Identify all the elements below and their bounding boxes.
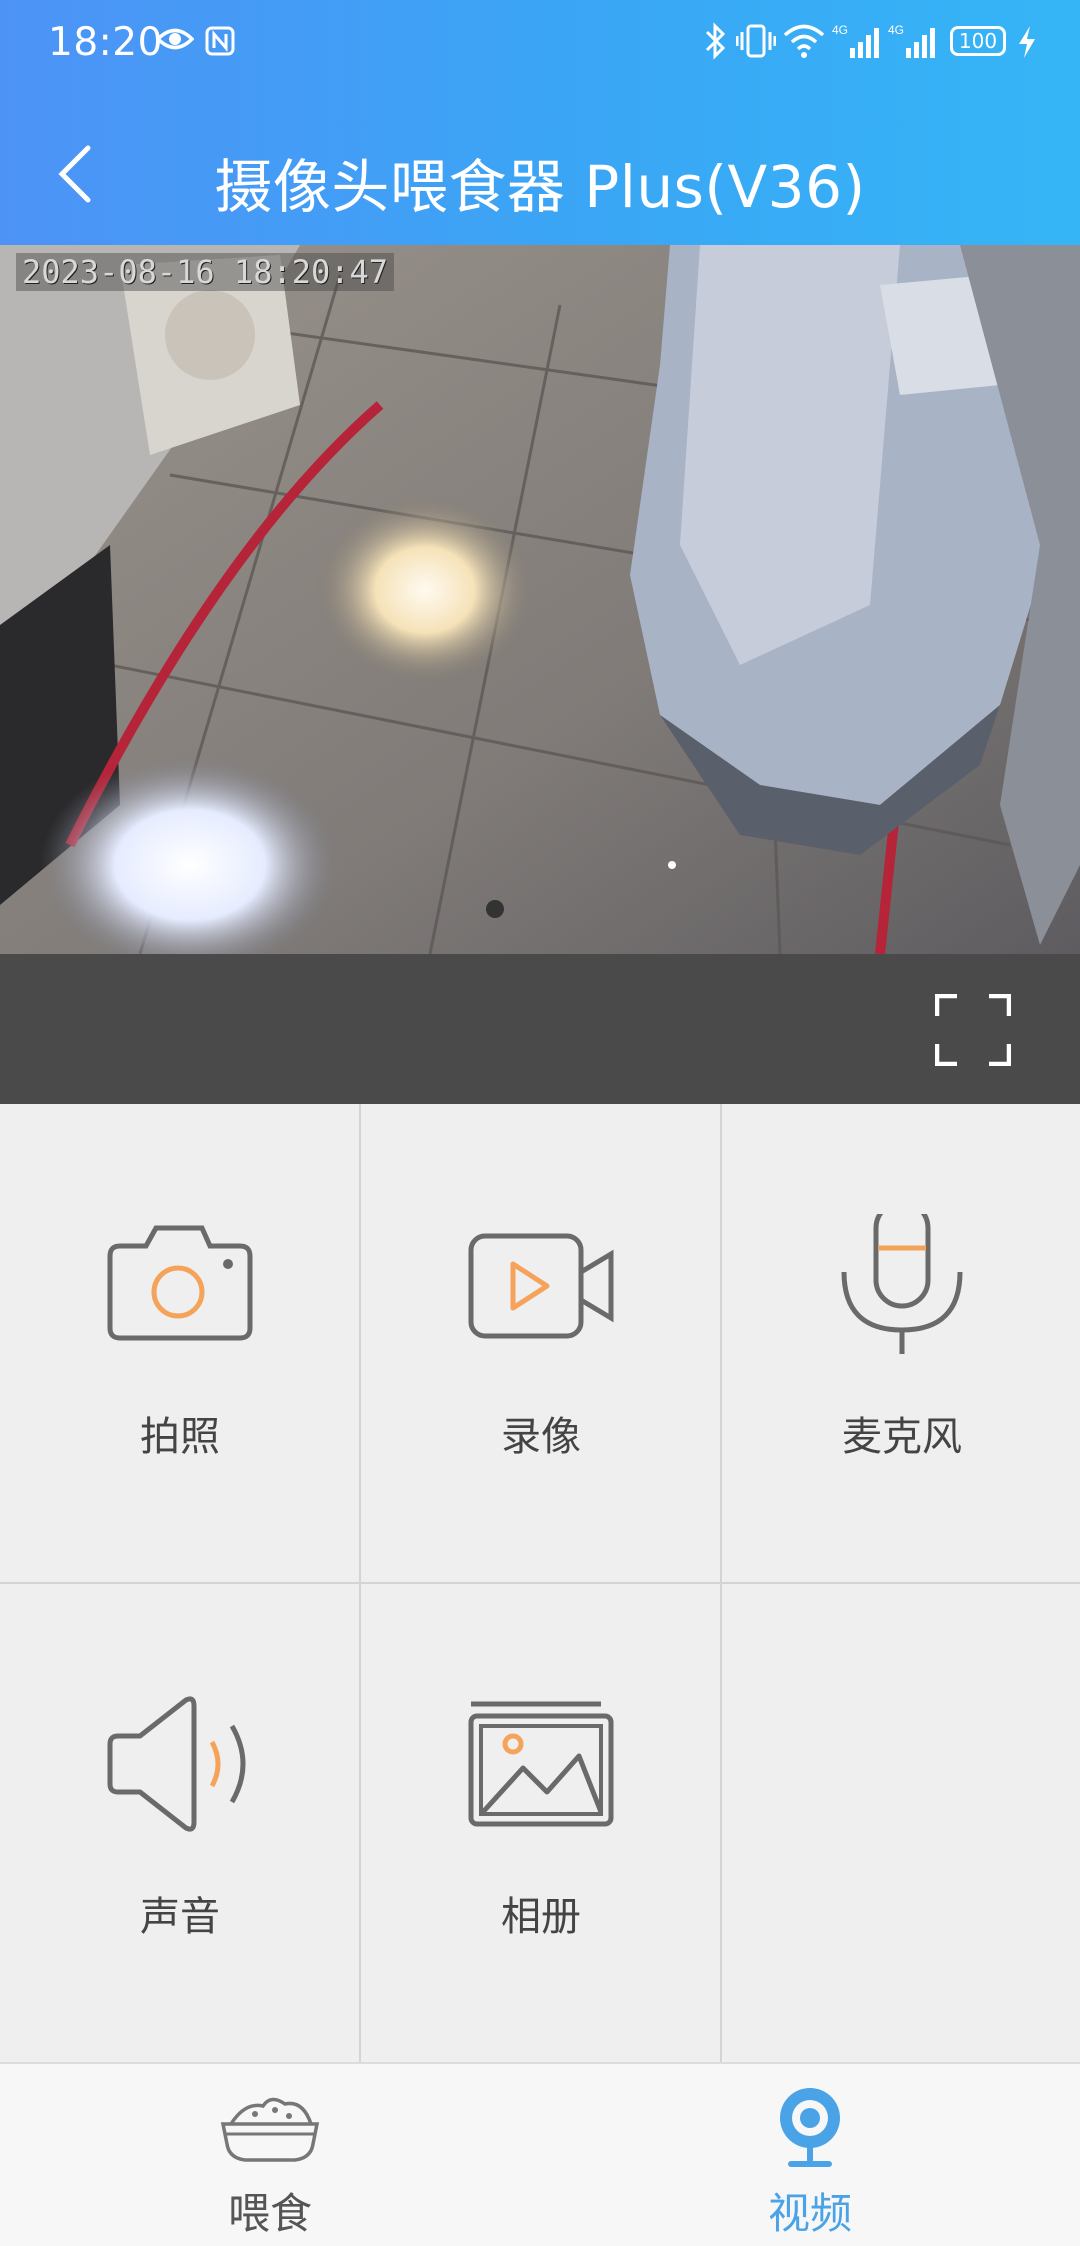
title-bar: 摄像头喂食器 Plus(V36) xyxy=(0,110,1080,240)
speaker-icon xyxy=(107,1696,246,1832)
bottom-tab-bar: 喂食 视频 xyxy=(0,2062,1080,2246)
grid-divider xyxy=(0,1582,1080,1584)
food-bowl-icon xyxy=(220,2097,320,2162)
album-label: 相册 xyxy=(501,1894,581,1940)
eye-icon xyxy=(156,28,194,50)
microphone-icon xyxy=(841,1214,963,1354)
status-bar: 18:20 4G 4G 100 xyxy=(0,0,1080,90)
album-button[interactable]: 相册 xyxy=(361,1584,721,2064)
tab-video-label: 视频 xyxy=(767,2189,852,2238)
grid-divider xyxy=(359,1104,361,2064)
camera-icon xyxy=(107,1225,253,1341)
action-grid: 拍照 录像 麦克风 声音 相册 xyxy=(0,1104,1080,2064)
record-label: 录像 xyxy=(501,1414,581,1460)
camera-frame-image xyxy=(0,245,1080,954)
tab-feed[interactable]: 喂食 xyxy=(0,2064,540,2246)
empty-cell xyxy=(722,1584,1080,2064)
photo-button[interactable]: 拍照 xyxy=(0,1104,360,1584)
video-timestamp: 2023-08-16 18:20:47 xyxy=(16,253,395,291)
svg-text:4G: 4G xyxy=(832,23,848,37)
page-title: 摄像头喂食器 Plus(V36) xyxy=(214,153,866,221)
signal-4g-icon: 4G xyxy=(888,23,935,58)
record-button[interactable]: 录像 xyxy=(361,1104,721,1584)
video-control-bar xyxy=(0,954,1080,1104)
fullscreen-icon[interactable] xyxy=(935,994,1011,1066)
camera-feed[interactable]: 2023-08-16 18:20:47 xyxy=(0,245,1080,954)
wifi-icon xyxy=(783,24,825,58)
gallery-icon xyxy=(468,1701,614,1827)
sound-label: 声音 xyxy=(140,1894,220,1940)
svg-text:4G: 4G xyxy=(888,23,904,37)
battery-level: 100 xyxy=(958,29,998,53)
signal-4g-icon: 4G xyxy=(832,23,879,58)
microphone-button[interactable]: 麦克风 xyxy=(722,1104,1080,1584)
status-time: 18:20 xyxy=(48,20,163,65)
tab-feed-label: 喂食 xyxy=(227,2189,312,2238)
microphone-label: 麦克风 xyxy=(842,1414,962,1460)
photo-label: 拍照 xyxy=(140,1414,220,1460)
battery-icon: 100 xyxy=(950,26,1006,56)
grid-divider xyxy=(720,1104,722,2064)
video-record-icon xyxy=(468,1233,614,1339)
nfc-icon xyxy=(205,26,235,56)
tab-video[interactable]: 视频 xyxy=(540,2064,1080,2246)
sound-button[interactable]: 声音 xyxy=(0,1584,360,2064)
charging-icon xyxy=(1019,26,1035,58)
vibrate-icon xyxy=(736,24,776,58)
webcam-icon xyxy=(780,2088,840,2167)
app-header: 18:20 4G 4G 100 摄像头喂食器 Plus(V36) xyxy=(0,0,1080,245)
bluetooth-icon xyxy=(705,22,726,60)
